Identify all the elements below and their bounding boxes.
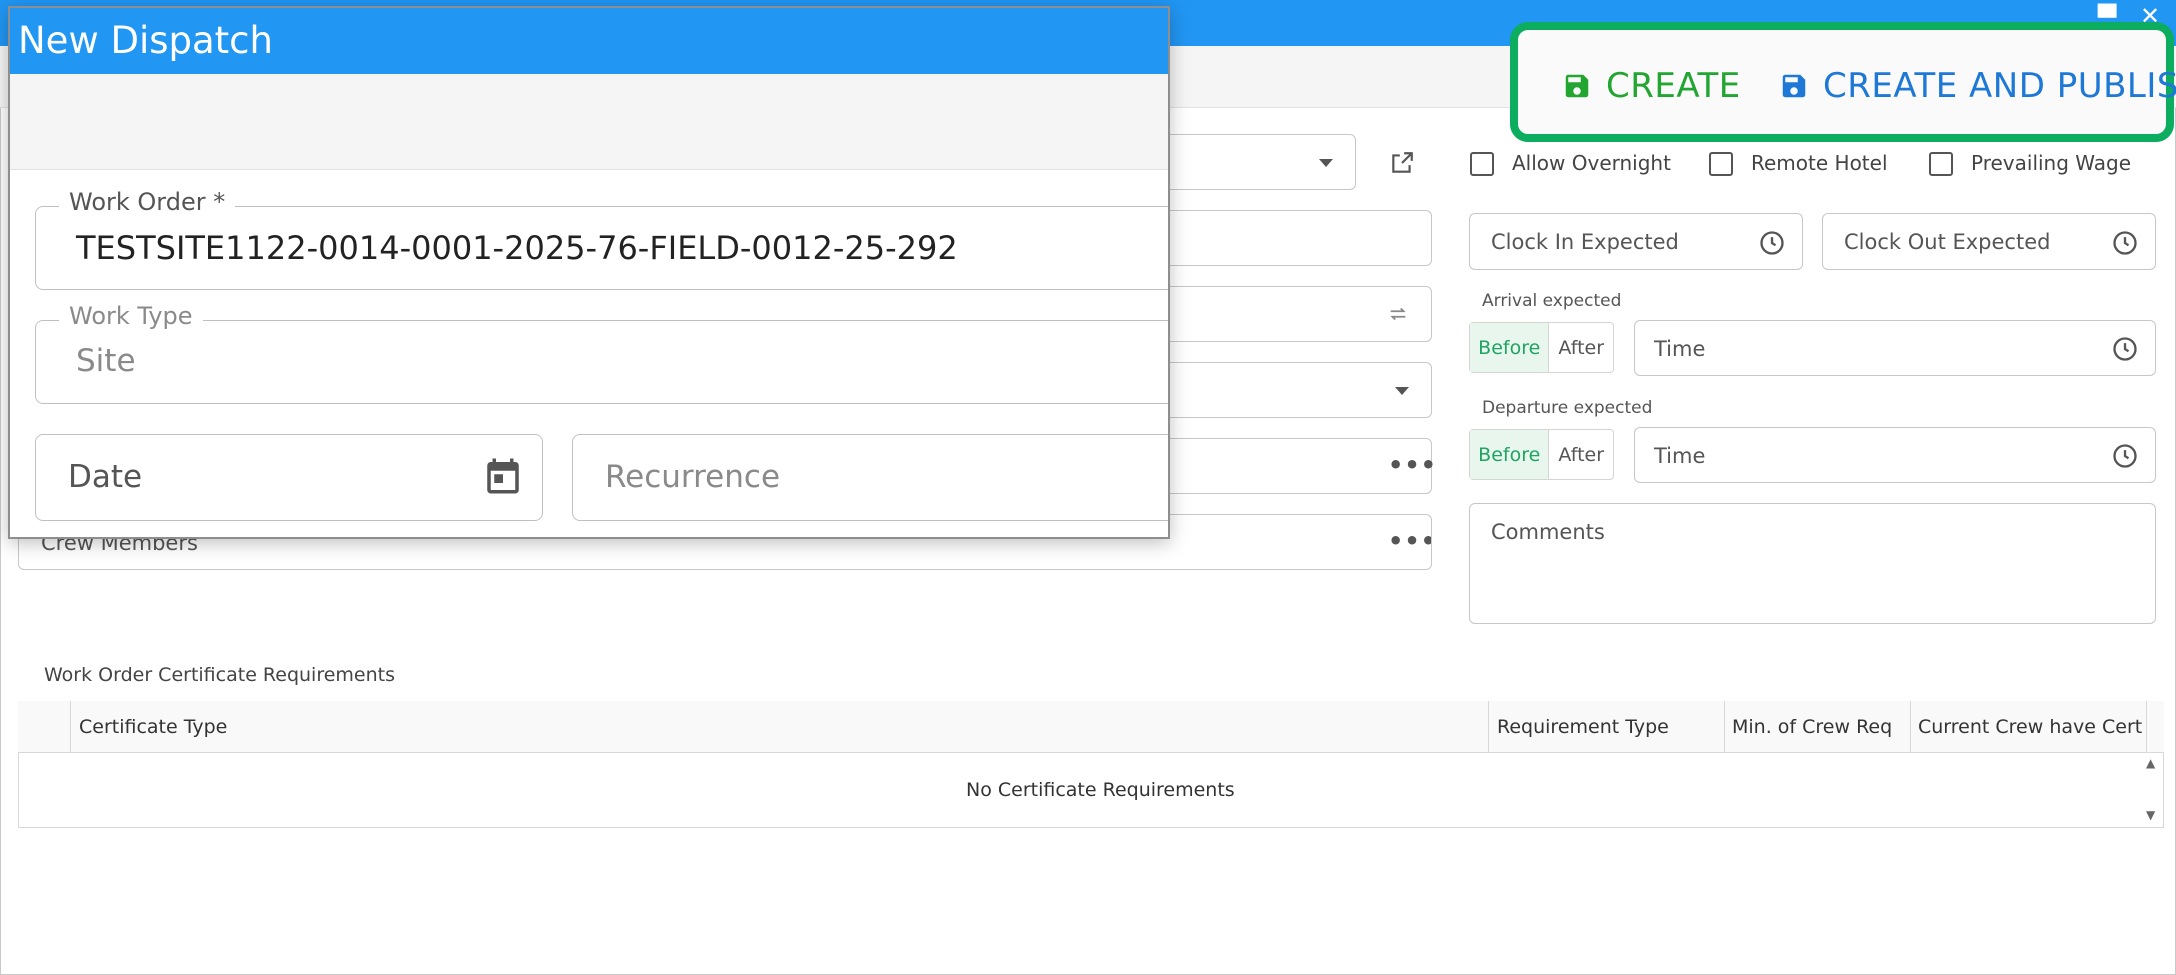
clock-out-expected-field[interactable]: Clock Out Expected [1822, 213, 2156, 270]
recurrence-placeholder: Recurrence [605, 459, 781, 495]
clock-in-expected-field[interactable]: Clock In Expected [1469, 213, 1803, 270]
departure-time-field[interactable]: Time [1634, 427, 2156, 483]
dialog-title: New Dispatch [10, 8, 1168, 74]
certificate-section-title: Work Order Certificate Requirements [44, 664, 396, 686]
arrival-after-option[interactable]: After [1549, 323, 1613, 372]
save-icon [1565, 74, 1589, 98]
column-header-requirement-type[interactable]: Requirement Type [1497, 716, 1669, 738]
clock-in-placeholder: Clock In Expected [1491, 230, 1679, 254]
remote-hotel-checkbox[interactable] [1709, 152, 1733, 176]
new-dispatch-dialog: New Dispatch TESTSITE1122-0014-0001-2025… [8, 6, 1170, 539]
date-field[interactable]: Date [35, 434, 543, 521]
date-placeholder: Date [68, 459, 143, 495]
more-icon[interactable]: ••• [1388, 527, 1431, 555]
comments-field[interactable]: Comments [1469, 503, 2156, 624]
arrival-before-after-toggle: Before After [1469, 322, 1614, 373]
clock-icon[interactable] [2111, 335, 2139, 363]
departure-after-option[interactable]: After [1549, 430, 1613, 479]
allow-overnight-label: Allow Overnight [1512, 151, 1671, 175]
dialog-toolbar [10, 74, 1168, 170]
more-icon[interactable]: ••• [1388, 451, 1437, 479]
create-button[interactable]: CREATE [1562, 66, 1741, 106]
create-and-publish-button[interactable]: CREATE AND PUBLISH [1779, 66, 2176, 106]
departure-expected-label: Departure expected [1482, 398, 1653, 418]
comments-placeholder: Comments [1491, 520, 1605, 544]
column-divider [1910, 701, 1911, 753]
work-order-label: Work Order * [59, 188, 236, 216]
work-type-label: Work Type [59, 302, 203, 330]
empty-grid-message: No Certificate Requirements [966, 779, 1235, 801]
departure-before-after-toggle: Before After [1469, 429, 1614, 480]
column-divider [1724, 701, 1725, 753]
clock-icon[interactable] [1758, 229, 1786, 257]
arrival-time-field[interactable]: Time [1634, 320, 2156, 376]
work-order-field[interactable]: TESTSITE1122-0014-0001-2025-76-FIELD-001… [35, 206, 1168, 290]
work-type-value: Site [76, 343, 136, 379]
column-header-certificate-type[interactable]: Certificate Type [79, 716, 227, 738]
column-divider [70, 701, 71, 753]
allow-overnight-checkbox[interactable] [1470, 152, 1494, 176]
create-button-label: CREATE [1606, 66, 1741, 106]
clock-icon[interactable] [2111, 229, 2139, 257]
open-external-icon[interactable] [1389, 150, 1415, 176]
remote-hotel-label: Remote Hotel [1751, 151, 1888, 175]
work-order-value: TESTSITE1122-0014-0001-2025-76-FIELD-001… [76, 229, 958, 267]
prevailing-wage-label: Prevailing Wage [1971, 151, 2132, 175]
recurrence-field[interactable]: Recurrence [572, 434, 1168, 521]
arrival-time-placeholder: Time [1654, 337, 1706, 361]
scroll-down-icon[interactable]: ▼ [2146, 808, 2155, 822]
column-divider [1488, 701, 1489, 753]
chevron-down-icon [1319, 159, 1333, 167]
column-header-current-crew-cert[interactable]: Current Crew have Cert [1918, 716, 2142, 738]
departure-time-placeholder: Time [1654, 444, 1706, 468]
calendar-icon[interactable] [482, 453, 524, 499]
scroll-up-icon[interactable]: ▲ [2146, 756, 2155, 770]
column-divider [2146, 701, 2147, 753]
save-icon [1782, 74, 1806, 98]
create-and-publish-label: CREATE AND PUBLISH [1823, 66, 2176, 106]
chevron-down-icon [1395, 387, 1409, 395]
work-type-field: Site [35, 320, 1168, 404]
arrival-before-option[interactable]: Before [1470, 323, 1550, 372]
repeat-icon[interactable] [1387, 303, 1409, 325]
clock-icon[interactable] [2111, 442, 2139, 470]
prevailing-wage-checkbox[interactable] [1929, 152, 1953, 176]
arrival-expected-label: Arrival expected [1482, 291, 1622, 311]
departure-before-option[interactable]: Before [1470, 430, 1550, 479]
clock-out-placeholder: Clock Out Expected [1844, 230, 2051, 254]
column-header-min-crew-req[interactable]: Min. of Crew Req [1732, 716, 1892, 738]
